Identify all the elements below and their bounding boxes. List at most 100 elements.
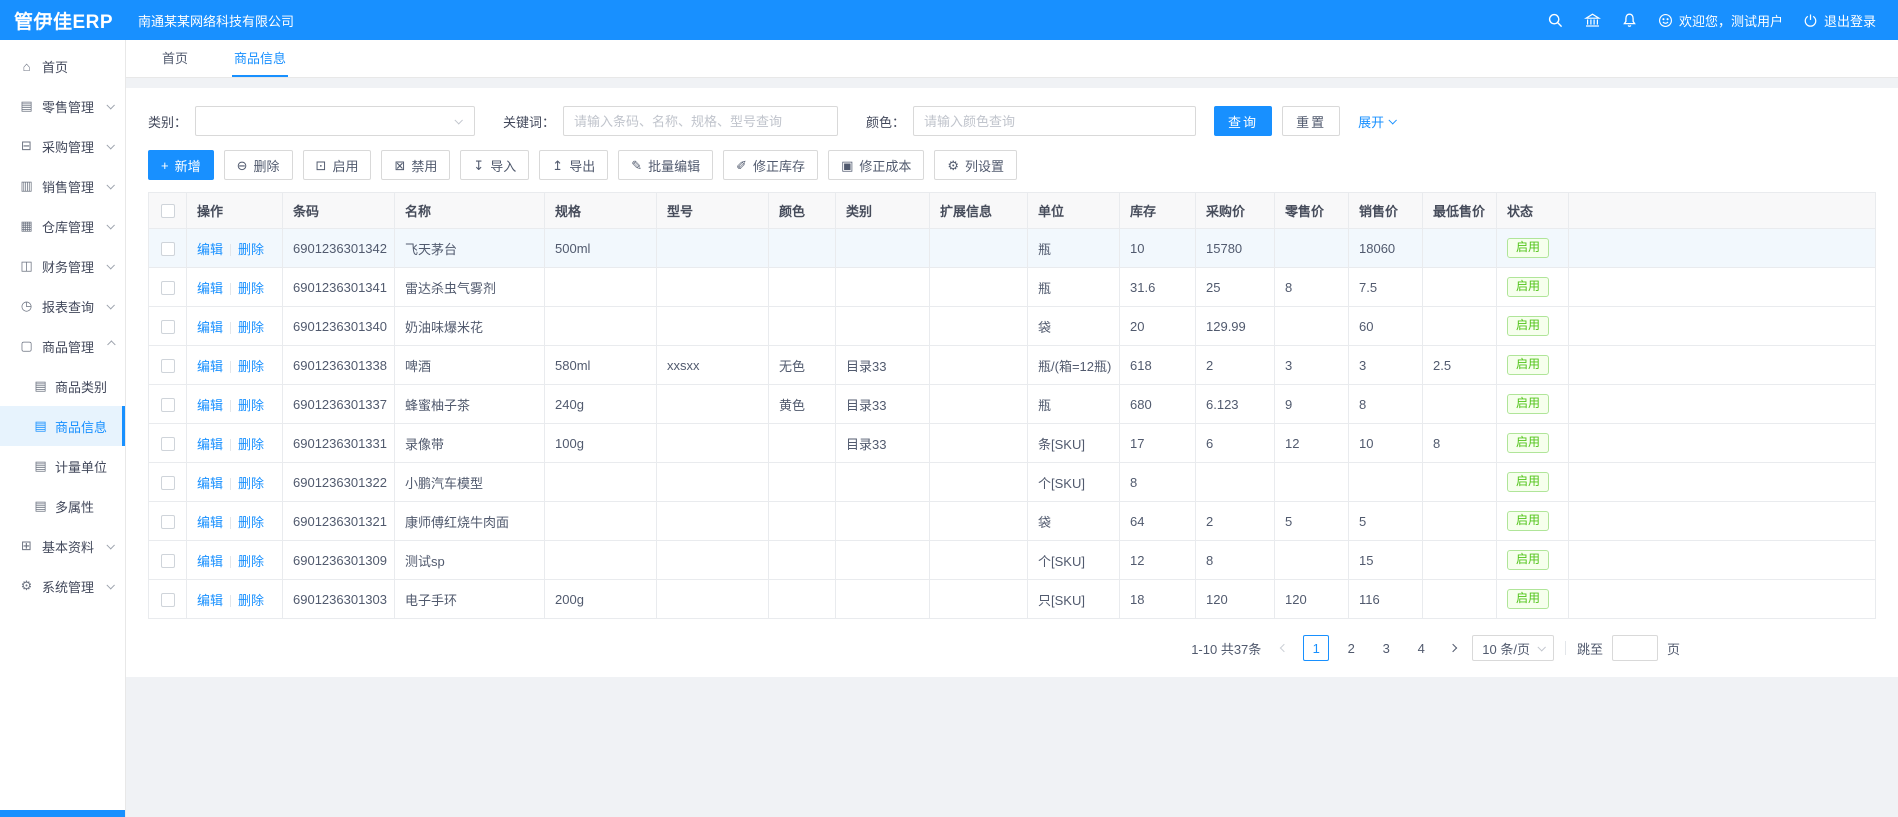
expand-link[interactable]: 展开 <box>1358 112 1395 131</box>
cell-sale-price: 7.5 <box>1349 268 1423 307</box>
welcome-user[interactable]: 欢迎您，测试用户 <box>1658 11 1783 30</box>
edit-link[interactable]: 编辑 <box>197 320 223 335</box>
cell-model <box>657 580 769 619</box>
row-checkbox[interactable] <box>161 398 175 412</box>
row-select-cell <box>149 229 187 268</box>
delete-link[interactable]: 删除 <box>238 398 264 413</box>
page-button-2[interactable]: 2 <box>1338 635 1364 661</box>
row-checkbox[interactable] <box>161 476 175 490</box>
status-badge: 启用 <box>1507 472 1549 492</box>
delete-link[interactable]: 删除 <box>238 554 264 569</box>
delete-link[interactable]: 删除 <box>238 320 264 335</box>
page-button-4[interactable]: 4 <box>1408 635 1434 661</box>
sidebar-item-system[interactable]: ⚙系统管理 <box>0 566 125 606</box>
delete-link[interactable]: 删除 <box>238 437 264 452</box>
tab-home[interactable]: 首页 <box>160 40 190 77</box>
platform-building-icon[interactable] <box>1584 12 1601 29</box>
top-header: 管伊佳ERP 南通某某网络科技有限公司 欢迎您，测试用户 退出登录 <box>0 0 1898 40</box>
sidebar-item-finance[interactable]: ◫财务管理 <box>0 246 125 286</box>
edit-link[interactable]: 编辑 <box>197 359 223 374</box>
tab-goods-info[interactable]: 商品信息 <box>232 40 288 77</box>
sidebar-item-report[interactable]: ◷报表查询 <box>0 286 125 326</box>
edit-link[interactable]: 编辑 <box>197 515 223 530</box>
column-header-11: 零售价 <box>1275 193 1349 229</box>
enable-button[interactable]: ⊡启用 <box>303 150 372 180</box>
jump-page-input[interactable] <box>1612 635 1658 661</box>
cell-min-price <box>1423 463 1497 502</box>
delete-link[interactable]: 删除 <box>238 593 264 608</box>
import-button[interactable]: ↧导入 <box>460 150 529 180</box>
delete-link[interactable]: 删除 <box>238 476 264 491</box>
sidebar-item-retail[interactable]: ▤零售管理 <box>0 86 125 126</box>
prev-page-button[interactable] <box>1274 635 1294 661</box>
sidebar-item-purchase[interactable]: ⊟采购管理 <box>0 126 125 166</box>
notification-bell-icon[interactable] <box>1621 12 1638 29</box>
page-button-3[interactable]: 3 <box>1373 635 1399 661</box>
column-header-14: 状态 <box>1497 193 1569 229</box>
chevron-down-icon <box>1537 643 1545 651</box>
cell-barcode: 6901236301331 <box>283 424 395 463</box>
edit-link[interactable]: 编辑 <box>197 593 223 608</box>
row-checkbox[interactable] <box>161 320 175 334</box>
row-checkbox[interactable] <box>161 242 175 256</box>
row-select-cell <box>149 580 187 619</box>
delete-link[interactable]: 删除 <box>238 242 264 257</box>
sidebar-item-home[interactable]: ⌂首页 <box>0 46 125 86</box>
export-button[interactable]: ↥导出 <box>539 150 608 180</box>
edit-link[interactable]: 编辑 <box>197 476 223 491</box>
edit-link[interactable]: 编辑 <box>197 554 223 569</box>
row-actions-cell: 编辑删除 <box>187 541 283 580</box>
logout-button[interactable]: 退出登录 <box>1803 11 1876 30</box>
next-page-button[interactable] <box>1443 635 1463 661</box>
search-icon[interactable] <box>1547 12 1564 29</box>
sidebar-subitem-measure-unit[interactable]: ▤计量单位 <box>0 446 125 486</box>
page-button-1[interactable]: 1 <box>1303 635 1329 661</box>
row-checkbox[interactable] <box>161 593 175 607</box>
column-settings-button[interactable]: ⚙列设置 <box>934 150 1017 180</box>
fix-cost-button[interactable]: ▣修正成本 <box>828 150 924 180</box>
expand-link-label: 展开 <box>1358 112 1384 131</box>
edit-link[interactable]: 编辑 <box>197 398 223 413</box>
edit-link[interactable]: 编辑 <box>197 437 223 452</box>
delete-link[interactable]: 删除 <box>238 281 264 296</box>
sidebar-subitem-multi-attribute[interactable]: ▤多属性 <box>0 486 125 526</box>
column-header-1: 条码 <box>283 193 395 229</box>
cell-purchase-price: 2 <box>1196 346 1275 385</box>
batch-edit-button[interactable]: ✎批量编辑 <box>618 150 713 180</box>
page-size-select[interactable]: 10 条/页 <box>1472 635 1554 661</box>
sidebar-item-sales[interactable]: ▥销售管理 <box>0 166 125 206</box>
sidebar-item-warehouse[interactable]: ▦仓库管理 <box>0 206 125 246</box>
sidebar-subitem-goods-info[interactable]: ▤商品信息 <box>0 406 125 446</box>
column-header-filler <box>1569 193 1876 229</box>
edit-link[interactable]: 编辑 <box>197 242 223 257</box>
cell-retail-price: 12 <box>1275 424 1349 463</box>
reset-button[interactable]: 重置 <box>1282 106 1340 136</box>
delete-button[interactable]: ⊖删除 <box>224 150 293 180</box>
cell-stock: 64 <box>1120 502 1196 541</box>
row-checkbox[interactable] <box>161 554 175 568</box>
sidebar-subitem-goods-category[interactable]: ▤商品类别 <box>0 366 125 406</box>
cell-name: 啤酒 <box>395 346 545 385</box>
row-checkbox[interactable] <box>161 281 175 295</box>
edit-link[interactable]: 编辑 <box>197 281 223 296</box>
color-input[interactable] <box>913 106 1196 136</box>
sidebar-item-label: 首页 <box>42 57 113 76</box>
row-checkbox[interactable] <box>161 437 175 451</box>
fix-stock-button[interactable]: ✐修正库存 <box>723 150 818 180</box>
keyword-input[interactable] <box>563 106 838 136</box>
sidebar-collapse-bar[interactable] <box>0 810 125 817</box>
delete-link[interactable]: 删除 <box>238 515 264 530</box>
search-button[interactable]: 查询 <box>1214 106 1272 136</box>
cell-ext <box>930 268 1028 307</box>
sidebar-item-basic-data[interactable]: ⊞基本资料 <box>0 526 125 566</box>
cell-status: 启用 <box>1497 502 1569 541</box>
row-checkbox[interactable] <box>161 359 175 373</box>
row-checkbox[interactable] <box>161 515 175 529</box>
category-select[interactable] <box>195 106 475 136</box>
add-button[interactable]: +新增 <box>148 150 214 180</box>
disable-button[interactable]: ⊠禁用 <box>381 150 450 180</box>
delete-link[interactable]: 删除 <box>238 359 264 374</box>
select-all-checkbox[interactable] <box>161 204 175 218</box>
sidebar-item-goods[interactable]: ▢商品管理 <box>0 326 125 366</box>
table-header-row: 操作条码名称规格型号颜色类别扩展信息单位库存采购价零售价销售价最低售价状态 <box>149 193 1876 229</box>
